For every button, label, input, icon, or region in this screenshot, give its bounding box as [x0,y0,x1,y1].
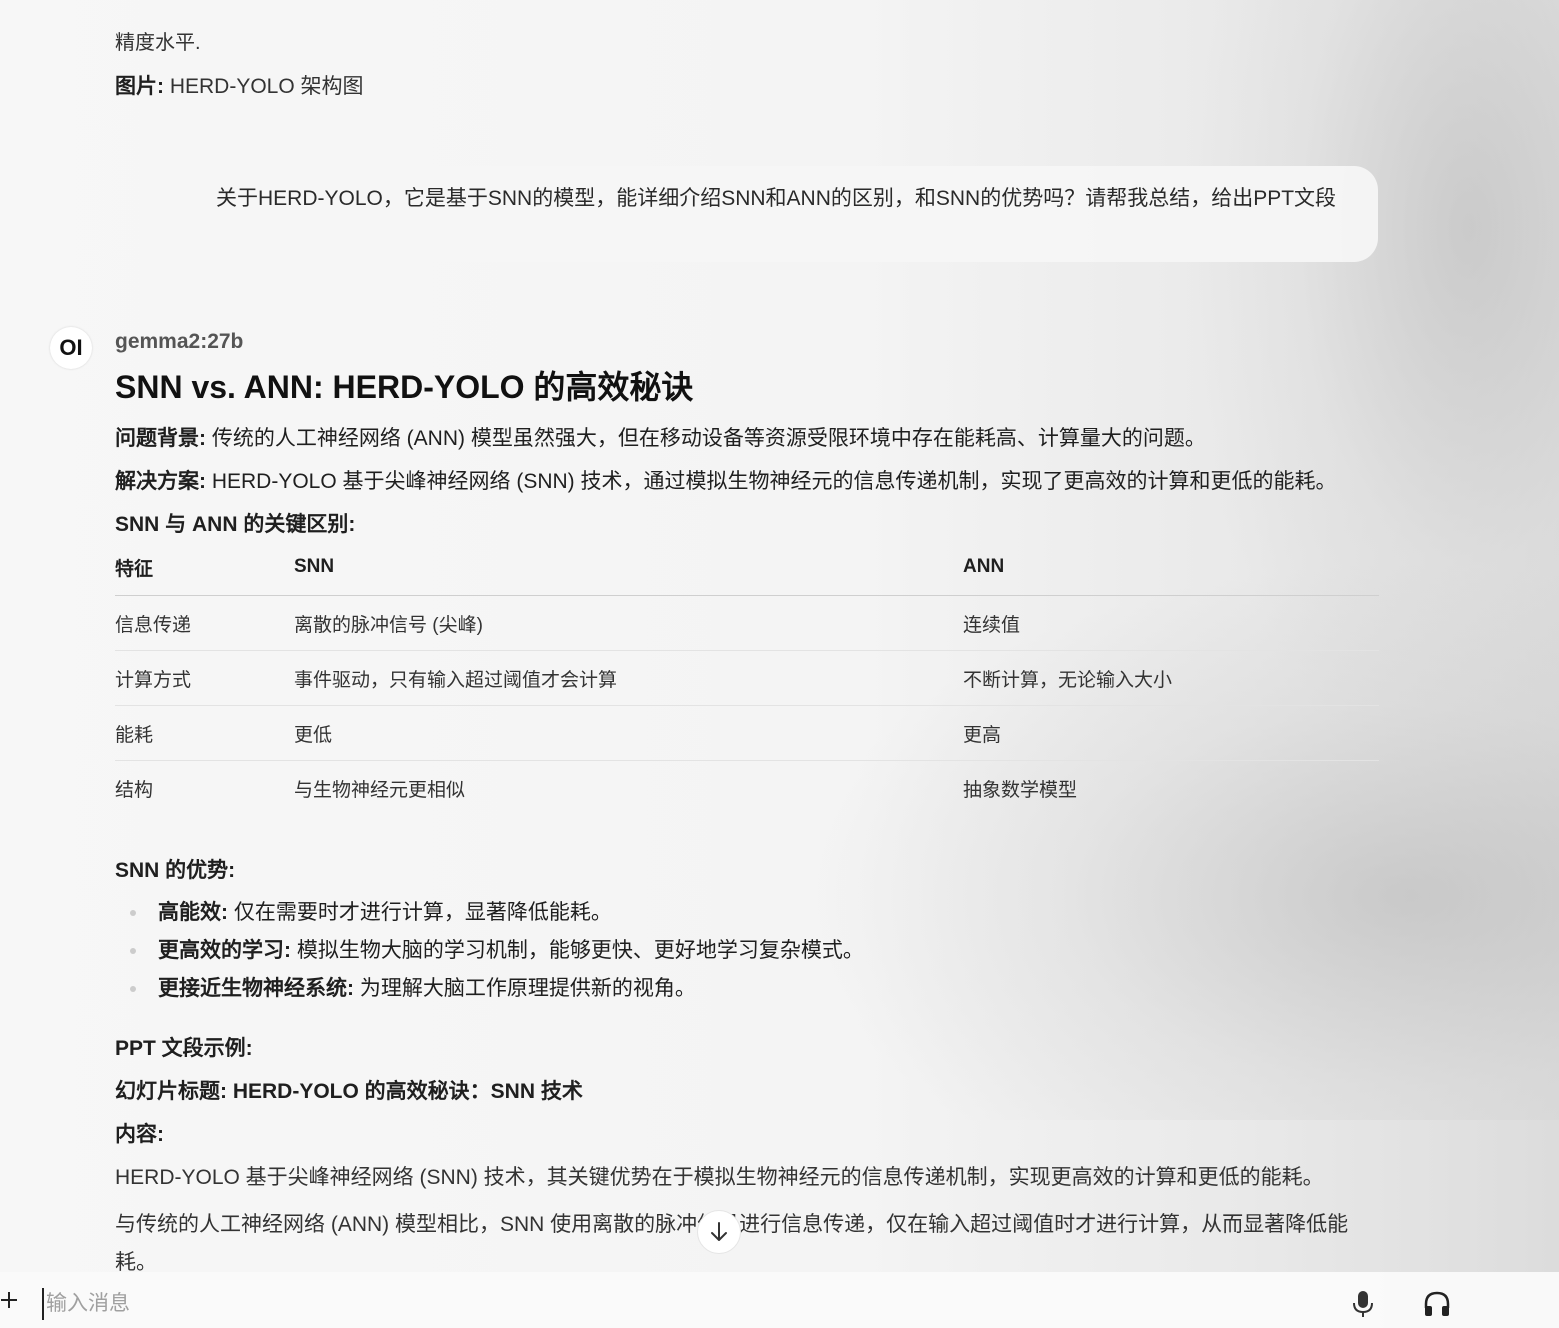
microphone-glyph [1353,1291,1373,1317]
table-header-feature: 特征 [115,539,294,596]
solution-text: HERD-YOLO 基于尖峰神经网络 (SNN) 技术，通过模拟生物神经元的信息… [206,470,1337,493]
advantages-title: SNN 的优势: [115,859,236,882]
avatar-text: OI [59,335,83,360]
table-cell: 计算方式 [115,650,294,706]
solution-label: 解决方案: [115,470,206,493]
advantages-list-wrapper: 高能效: 仅在需要时才进行计算，显著降低能耗。 更高效的学习: 模拟生物大脑的学… [115,894,1379,1008]
advantage-text: 仅在需要时才进行计算，显著降低能耗。 [228,901,612,924]
table-cell: 能耗 [115,705,294,761]
user-message-text: 关于HERD-YOLO，它是基于SNN的模型，能详细介绍SNN和ANN的区别，和… [216,187,1337,210]
advantage-label: 更接近生物神经系统: [158,977,354,1000]
table-cell: 与生物神经元更相似 [294,779,466,801]
advantage-text: 为理解大脑工作原理提供新的视角。 [354,977,696,1000]
table-cell: 不断计算，无论输入大小 [963,650,1379,706]
table-cell: 更低 [294,705,963,761]
diff-title: SNN 与 ANN 的关键区别: [115,513,356,536]
table-cell: 抽象数学模型 [963,779,1078,801]
table-cell: 离散的脉冲信号 (尖峰) [294,595,963,651]
prev-message-image-line: 图片: HERD-YOLO 架构图 [115,72,364,102]
table-header-ann: ANN [963,539,1379,596]
image-value: HERD-YOLO 架构图 [164,75,364,98]
list-item: 更接近生物神经系统: 为理解大脑工作原理提供新的视角。 [130,970,1379,1008]
advantage-label: 高能效: [158,901,228,924]
plus-icon[interactable] [0,1286,18,1314]
background-line: 问题背景: 传统的人工神经网络 (ANN) 模型虽然强大，但在移动设备等资源受限… [115,424,1206,454]
table-row: 信息传递 离散的脉冲信号 (尖峰) 连续值 [115,595,1379,651]
advantages-list: 高能效: 仅在需要时才进行计算，显著降低能耗。 更高效的学习: 模拟生物大脑的学… [115,894,1379,1008]
content-label: 内容: [115,1123,164,1146]
content-paragraph-2: 与传统的人工神经网络 (ANN) 模型相比，SNN 使用离散的脉冲信号进行信息传… [115,1213,1349,1274]
headphones-icon[interactable] [1423,1290,1451,1318]
arrow-down-icon [711,1222,727,1241]
table-row: 能耗 更低 更高 [115,705,1379,761]
headphones-glyph [1424,1291,1450,1316]
list-item: 更高效的学习: 模拟生物大脑的学习机制，能够更快、更好地学习复杂模式。 [130,932,1379,970]
table-cell: 结构 [115,779,154,801]
table-row: 计算方式 事件驱动，只有输入超过阈值才会计算 不断计算，无论输入大小 [115,650,1379,706]
scroll-to-bottom-button[interactable] [697,1210,741,1254]
list-item: 高能效: 仅在需要时才进行计算，显著降低能耗。 [130,894,1379,932]
user-message-bubble: 关于HERD-YOLO，它是基于SNN的模型，能详细介绍SNN和ANN的区别，和… [188,166,1378,262]
comparison-table: 特征 SNN ANN 信息传递 离散的脉冲信号 (尖峰) 连续值 计算方式 事件… [115,539,1379,815]
image-label: 图片: [115,75,164,98]
table-cell: 更高 [963,705,1379,761]
model-name: gemma2:27b [115,330,244,353]
background-label: 问题背景: [115,427,206,450]
comparison-table-wrapper: 特征 SNN ANN 信息传递 离散的脉冲信号 (尖峰) 连续值 计算方式 事件… [115,539,1379,815]
prev-message-tail: 精度水平. [115,32,201,54]
background-text: 传统的人工神经网络 (ANN) 模型虽然强大，但在移动设备等资源受限环境中存在能… [206,427,1206,450]
solution-line: 解决方案: HERD-YOLO 基于尖峰神经网络 (SNN) 技术，通过模拟生物… [115,467,1337,497]
model-avatar: OI [50,327,92,369]
ppt-title: PPT 文段示例: [115,1037,253,1060]
table-cell: 事件驱动，只有输入超过阈值才会计算 [294,650,963,706]
plus-glyph [1,1292,17,1308]
table-cell: 信息传递 [115,595,294,651]
microphone-icon[interactable] [1352,1290,1374,1318]
advantage-label: 更高效的学习: [158,939,291,962]
table-header-row: 特征 SNN ANN [115,539,1379,596]
response-heading: SNN vs. ANN: HERD-YOLO 的高效秘诀 [115,369,694,405]
table-cell: 连续值 [963,595,1379,651]
table-row: 结构 与生物神经元更相似 抽象数学模型 [115,761,1379,816]
table-header-snn: SNN [294,539,963,596]
advantage-text: 模拟生物大脑的学习机制，能够更快、更好地学习复杂模式。 [291,939,864,962]
slide-title: 幻灯片标题: HERD-YOLO 的高效秘诀：SNN 技术 [115,1080,583,1103]
message-input[interactable] [42,1288,1048,1320]
content-paragraph-1: HERD-YOLO 基于尖峰神经网络 (SNN) 技术，其关键优势在于模拟生物神… [115,1166,1324,1189]
